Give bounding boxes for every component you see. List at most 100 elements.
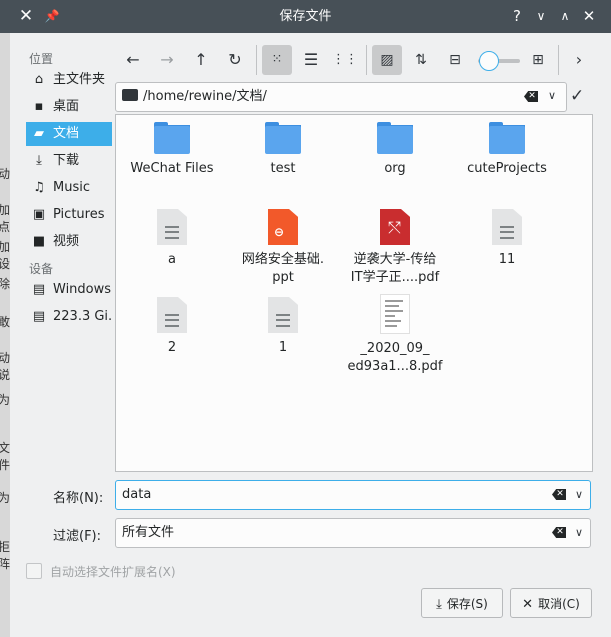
chevron-down-icon[interactable]: ∨ (548, 89, 556, 102)
bg-text: 为 (0, 491, 11, 505)
maximize-icon[interactable]: ∧ (553, 0, 577, 33)
file-label: _2020_09_ ed93a1...8.pdf (347, 341, 443, 374)
file-label: 1 (278, 340, 288, 355)
file-item[interactable]: ⤲ 逆袭大学-传给 IT学子正....pdf (340, 209, 450, 287)
file-label: 11 (498, 252, 516, 267)
sidebar-item-desktop[interactable]: ▪ 桌面 (26, 95, 112, 119)
file-label: 2 (167, 340, 177, 355)
file-name-field[interactable]: data ✕ ∨ (115, 480, 591, 510)
home-icon: ⌂ (34, 72, 44, 87)
back-icon[interactable]: ← (118, 45, 148, 75)
cancel-button[interactable]: ✕ 取消(C) (510, 588, 592, 618)
file-item[interactable]: test (228, 122, 338, 178)
bg-text: 动 (0, 167, 11, 181)
chevron-down-icon[interactable]: ∨ (575, 488, 583, 501)
sidebar-item-label: 223.3 Gi... (53, 309, 112, 324)
file-item[interactable]: a (117, 209, 227, 269)
chevron-down-icon[interactable]: ∨ (575, 526, 583, 539)
sidebar-item-drive[interactable]: ▤ 223.3 Gi... (26, 305, 112, 329)
folder-icon (122, 89, 138, 101)
title-bar: ✕ 📌 保存文件 ? ∨ ∧ ✕ (0, 0, 611, 33)
reload-icon[interactable]: ↻ (220, 45, 250, 75)
auto-extension-checkbox[interactable] (26, 563, 42, 579)
icon-view-icon[interactable]: ⁙ (262, 45, 292, 75)
clear-path-icon[interactable]: ✕ (524, 91, 538, 102)
preview-icon[interactable]: ▨ (372, 45, 402, 75)
sidebar-item-label: 主文件夹 (53, 72, 106, 87)
up-icon[interactable]: ↑ (186, 45, 216, 75)
places-heading: 位置 (29, 52, 54, 66)
sidebar-item-music[interactable]: ♫ Music (26, 176, 112, 200)
folder-icon (265, 122, 301, 154)
music-icon: ♫ (33, 180, 45, 195)
file-label: org (384, 161, 406, 176)
sidebar-item-pictures[interactable]: ▣ Pictures (26, 203, 112, 227)
bg-text: 敢 (0, 315, 11, 329)
text-file-icon (157, 209, 187, 245)
sidebar-item-windows[interactable]: ▤ Windows (26, 278, 112, 302)
cancel-button-label: 取消(C) (538, 597, 580, 611)
file-item[interactable]: WeChat Files (117, 122, 227, 178)
file-label: WeChat Files (130, 161, 214, 176)
file-item[interactable]: _2020_09_ ed93a1...8.pdf (340, 294, 450, 376)
zoom-in-icon[interactable]: ⊞ (523, 45, 553, 75)
clear-filter-icon[interactable]: ✕ (552, 527, 566, 538)
forward-icon[interactable]: → (152, 45, 182, 75)
toolbar-separator (366, 45, 367, 75)
sidebar-item-label: Pictures (53, 207, 105, 222)
download-icon: ⤓ (36, 153, 42, 168)
sidebar-item-home[interactable]: ⌂ 主文件夹 (26, 68, 112, 92)
clear-name-icon[interactable]: ✕ (552, 489, 566, 500)
name-label: 名称(N): (53, 491, 104, 506)
file-item[interactable]: ⊖ 网络安全基础. ppt (228, 209, 338, 287)
zoom-slider-handle[interactable] (479, 51, 499, 71)
sort-icon[interactable]: ⇅ (406, 45, 436, 75)
documents-icon: ▰ (34, 126, 44, 141)
file-item[interactable]: org (340, 122, 450, 178)
sidebar-item-documents[interactable]: ▰ 文档 (26, 122, 112, 146)
compact-view-icon[interactable]: ⋮⋮ (330, 45, 360, 75)
save-button[interactable]: ⤓ 保存(S) (421, 588, 503, 618)
file-label: test (270, 161, 296, 176)
sidebar-item-label: 视频 (53, 234, 80, 249)
file-name-input[interactable]: data (122, 481, 151, 509)
file-label: cuteProjects (467, 161, 547, 176)
filter-value: 所有文件 (122, 525, 175, 540)
bg-text: 为 (0, 393, 11, 407)
file-label: 网络安全基础. ppt (241, 252, 325, 285)
bg-text: 文件 (0, 441, 11, 472)
sidebar-item-downloads[interactable]: ⤓ 下载 (26, 149, 112, 173)
file-item[interactable]: 2 (117, 297, 227, 357)
file-item[interactable]: 11 (452, 209, 562, 269)
pdf-file-icon: ⤲ (380, 209, 410, 245)
text-file-icon (268, 297, 298, 333)
drive-icon: ▤ (32, 309, 46, 324)
window-close-icon[interactable]: ✕ (577, 0, 601, 33)
sidebar-item-label: Music (53, 180, 90, 195)
list-view-icon[interactable]: ☰ (296, 45, 326, 75)
folder-icon (154, 122, 190, 154)
text-file-icon (492, 209, 522, 245)
filter-label: 过滤(F): (53, 529, 102, 544)
save-icon: ⤓ (436, 597, 442, 612)
more-icon[interactable]: › (564, 45, 594, 75)
file-item[interactable]: cuteProjects (452, 122, 562, 178)
file-item[interactable]: 1 (228, 297, 338, 357)
devices-heading: 设备 (29, 262, 54, 276)
sidebar-item-videos[interactable]: ■ 视频 (26, 230, 112, 254)
confirm-path-icon[interactable]: ✓ (570, 86, 584, 106)
text-file-icon (157, 297, 187, 333)
path-bar[interactable]: /home/rewine/文档/ ✕ ∨ (115, 82, 567, 112)
video-icon: ■ (32, 234, 46, 249)
bg-text: 加点 (0, 203, 11, 234)
help-icon[interactable]: ? (505, 0, 529, 33)
sidebar-item-label: 文档 (53, 126, 80, 141)
minimize-icon[interactable]: ∨ (529, 0, 553, 33)
zoom-out-icon[interactable]: ⊟ (440, 45, 470, 75)
filter-select[interactable]: 所有文件 ✕ ∨ (115, 518, 591, 548)
drive-icon: ▤ (32, 282, 46, 297)
toolbar-separator (256, 45, 257, 75)
path-input[interactable]: /home/rewine/文档/ (143, 83, 267, 111)
pictures-icon: ▣ (32, 207, 46, 222)
auto-extension-label: 自动选择文件扩展名(X) (50, 565, 176, 579)
